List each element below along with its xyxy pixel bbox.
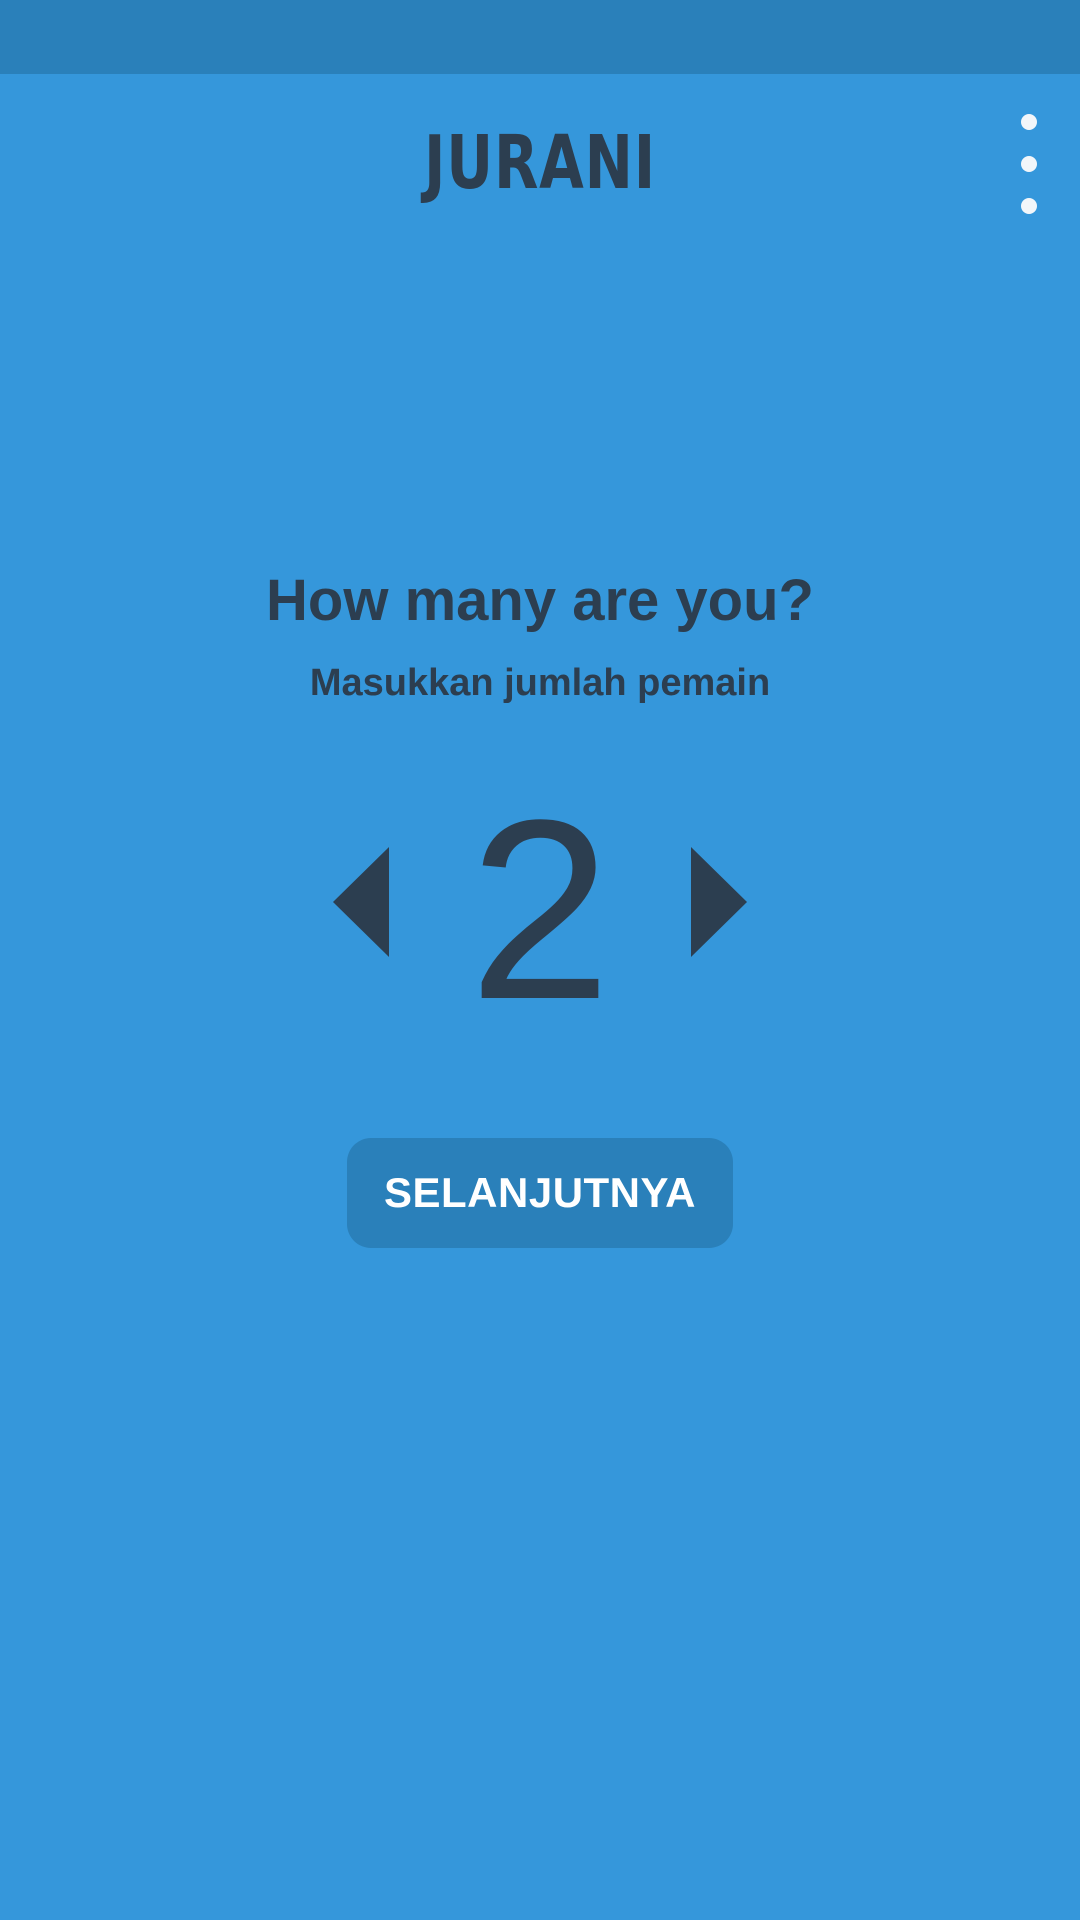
- player-count-stepper: 2: [0, 767, 1080, 1053]
- next-button[interactable]: SELANJUTNYA: [347, 1138, 733, 1248]
- status-bar: [0, 0, 1080, 74]
- triangle-left-icon[interactable]: [333, 847, 389, 957]
- menu-dot: [1021, 198, 1037, 214]
- menu-dot: [1021, 114, 1037, 130]
- app-logo: JURANI: [424, 120, 656, 206]
- more-vert-icon[interactable]: [1004, 114, 1054, 214]
- triangle-right-icon[interactable]: [691, 847, 747, 957]
- menu-dot: [1021, 156, 1037, 172]
- player-count-value: 2: [468, 767, 612, 1053]
- page-title: How many are you?: [266, 568, 814, 633]
- page-subtitle: Masukkan jumlah pemain: [309, 662, 771, 704]
- app-bar: JURANI: [0, 74, 1080, 244]
